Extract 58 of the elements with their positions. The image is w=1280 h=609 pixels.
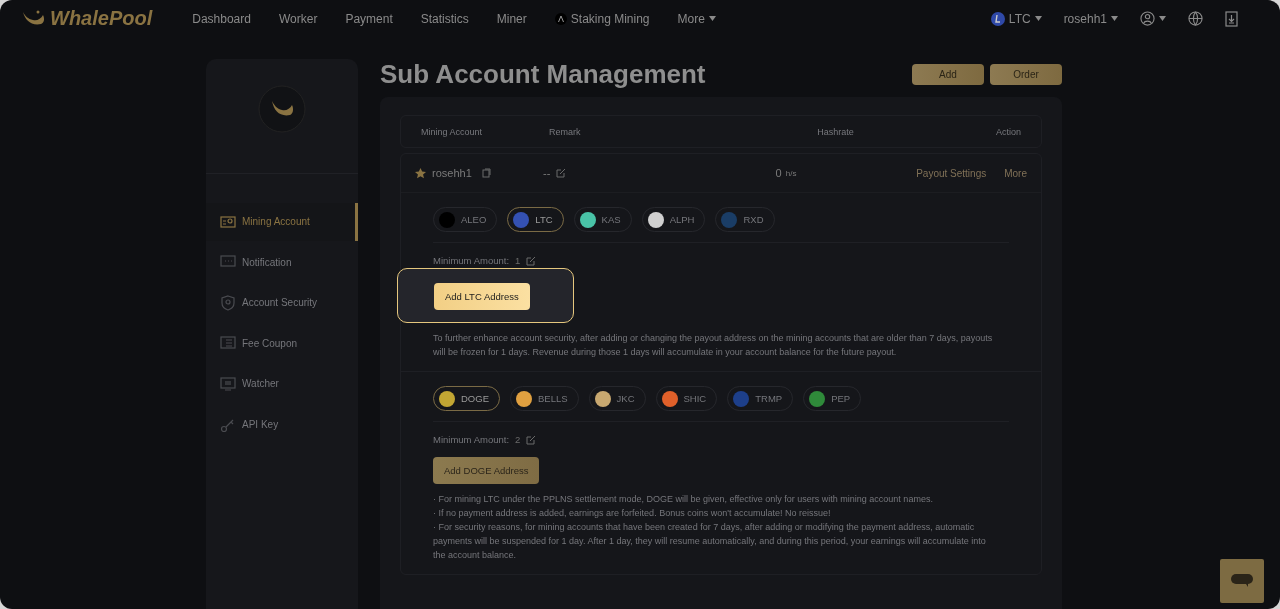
minimum-amount-value: 2: [515, 434, 521, 445]
copy-icon[interactable]: [481, 168, 491, 178]
column-header: Mining Account: [421, 126, 484, 137]
page-title: Sub Account Management: [380, 58, 706, 90]
star-icon: [415, 167, 426, 179]
nav-link[interactable]: Statistics: [420, 11, 469, 26]
note-text: · For security reasons, for mining accounts that have been created for 7 days, after adding or modifying the payment address, automatic payments will be suspended for 1 day. After 1 day, they will resume automatically, and during this period, your earnings will accumulate into the account balance.: [433, 521, 987, 562]
nav-link[interactable]: Miner: [496, 11, 527, 26]
action-link[interactable]: More: [1004, 167, 1027, 179]
sidebar-item[interactable]: Fee Coupon: [206, 324, 358, 363]
caret-icon: [1111, 16, 1118, 21]
nav-link[interactable]: Staking Mining: [554, 11, 650, 26]
user-icon[interactable]: [1140, 11, 1155, 26]
header-button[interactable]: Order: [990, 63, 1062, 85]
litecoin-icon: [990, 11, 1005, 26]
header-button[interactable]: Add: [912, 63, 984, 85]
column-header: Action: [995, 126, 1021, 137]
account-name: rosehh1: [432, 167, 472, 179]
aleo-coin-icon: [554, 12, 567, 25]
caret-icon: [1159, 16, 1166, 21]
edit-icon[interactable]: [526, 255, 537, 266]
action-link[interactable]: Payout Settings: [916, 167, 987, 179]
id-card-icon: [220, 213, 236, 230]
caret-icon: [1034, 16, 1042, 21]
chat-button[interactable]: [1220, 559, 1264, 603]
chat-icon: [1231, 574, 1253, 588]
shield-icon: [220, 294, 236, 311]
monitor-icon: [220, 375, 236, 392]
remark-text: --: [543, 167, 551, 179]
edit-icon[interactable]: [526, 434, 537, 445]
minimum-amount-value: 1: [515, 255, 521, 266]
note-text: To further enhance account security, after adding or changing the payout address on the mining accounts that are older than 7 days, payouts will be frozen for 1 days. Revenue during those 1 days will accumulate in your account balance for the future payout.: [433, 332, 993, 359]
note-text: · For mining LTC under the PPLNS settlement mode, DOGE will be given, effective only for users with mining account names.: [433, 493, 934, 506]
nav-link[interactable]: Dashboard: [192, 11, 251, 26]
nav-link[interactable]: More: [677, 11, 716, 26]
download-icon[interactable]: [1225, 10, 1238, 27]
globe-icon[interactable]: [1188, 11, 1203, 26]
column-header: Hashrate: [816, 126, 855, 137]
nav-link[interactable]: Worker: [278, 11, 318, 26]
nav-link[interactable]: Payment: [345, 11, 393, 26]
note-text: · If no payment address is added, earnings are forfeited. Bonus coins won't accumulate! No reissue!: [433, 507, 832, 520]
sidebar-item[interactable]: Account Security: [206, 283, 358, 322]
sidebar-item[interactable]: Watcher: [206, 364, 358, 403]
user-menu[interactable]: rosehh1: [1063, 11, 1118, 26]
hashrate-unit: h/s: [785, 168, 797, 178]
sidebar-item[interactable]: API Key: [206, 405, 358, 444]
edit-icon[interactable]: [556, 168, 567, 178]
caret-icon: [708, 16, 716, 21]
brand-name: WhalePool: [50, 7, 153, 30]
coin-selector[interactable]: LTC: [990, 11, 1042, 26]
add-address-button[interactable]: Add LTC Address: [434, 283, 530, 310]
coupon-icon: [220, 335, 236, 352]
hashrate-value: 0: [775, 167, 782, 179]
minimum-amount-label: Minimum Amount:: [433, 255, 510, 266]
minimum-amount-label: Minimum Amount:: [433, 434, 510, 445]
column-header: Remark: [549, 126, 582, 137]
sidebar-item[interactable]: Notification: [206, 243, 358, 282]
add-address-button[interactable]: Add DOGE Address: [433, 457, 540, 484]
